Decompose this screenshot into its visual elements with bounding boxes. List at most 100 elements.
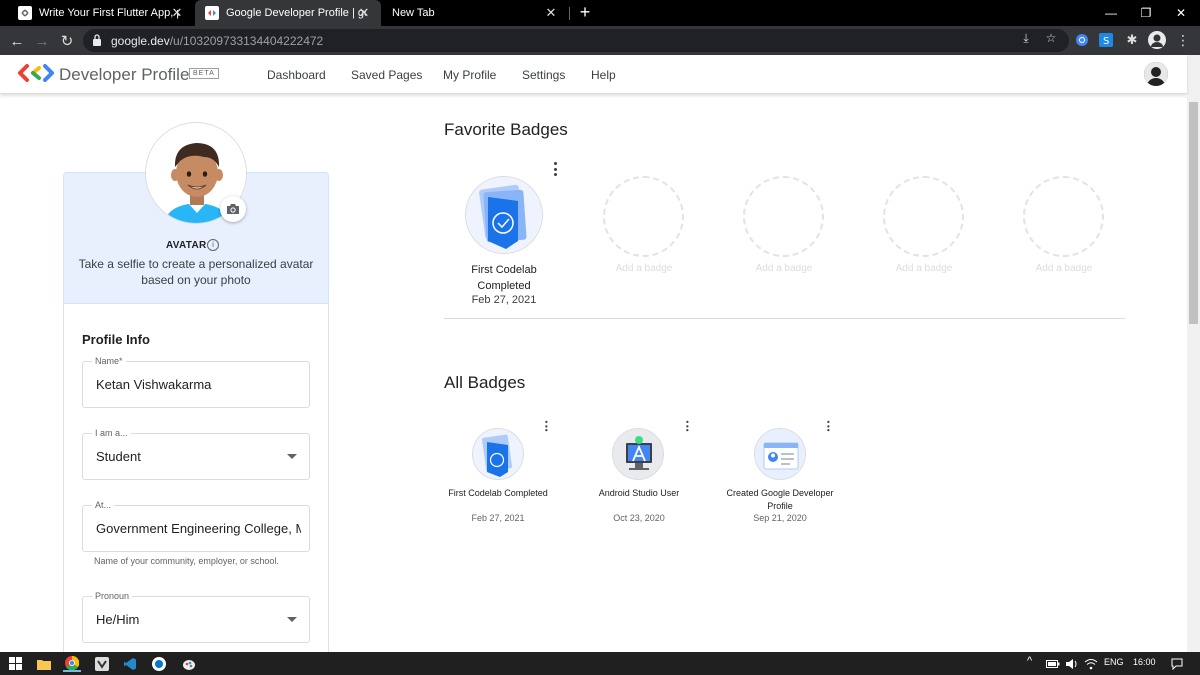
favorite-badge-date: Feb 27, 2021 (471, 294, 537, 306)
badge-name: Created Google Developer Profile (726, 488, 834, 511)
avatar-label: AVATAR (166, 240, 207, 251)
url-text: google.dev/u/103209733134404222472 (111, 34, 323, 48)
browser-tab-new-tab[interactable]: New Tab ✕ (382, 0, 568, 26)
badge-date: Feb 27, 2021 (471, 513, 525, 523)
beta-badge: BETA (189, 68, 219, 79)
nav-help[interactable]: Help (591, 68, 616, 82)
add-badge-label[interactable]: Add a badge (729, 263, 839, 274)
empty-badge-slot[interactable] (883, 176, 964, 257)
url-host: google.dev (111, 34, 170, 48)
add-badge-label[interactable]: Add a badge (1009, 263, 1119, 274)
more-vert-icon[interactable] (685, 420, 690, 432)
more-vert-icon[interactable] (552, 162, 558, 176)
volume-icon[interactable] (1063, 655, 1081, 672)
forward-arrow-icon[interactable]: → (31, 30, 53, 52)
battery-icon[interactable] (1044, 655, 1062, 672)
wifi-icon[interactable] (1082, 655, 1100, 672)
dropdown-arrow-icon[interactable] (287, 617, 297, 622)
browser-tab-strip: Write Your First Flutter App, part ✕ Goo… (0, 0, 1200, 26)
pronoun-select-value[interactable]: He/Him (96, 612, 301, 627)
developer-profile-badge-icon[interactable] (754, 428, 806, 480)
dropdown-arrow-icon[interactable] (287, 454, 297, 459)
first-codelab-badge-icon[interactable] (465, 176, 543, 254)
chrome-taskbar-icon[interactable] (63, 655, 81, 672)
windows-taskbar: ^ ENG 16:00 (0, 652, 1200, 675)
clock[interactable]: 16:00 (1133, 657, 1156, 667)
add-badge-label[interactable]: Add a badge (869, 263, 979, 274)
favorite-badges-heading: Favorite Badges (444, 120, 568, 139)
svg-text:S: S (1103, 36, 1109, 47)
bookmark-star-icon[interactable]: ☆ (1043, 30, 1059, 46)
language-indicator[interactable]: ENG (1104, 657, 1124, 667)
empty-badge-slot[interactable] (1023, 176, 1104, 257)
more-vert-icon[interactable]: ⋮ (1174, 31, 1192, 49)
app-taskbar-icon[interactable] (93, 655, 111, 672)
nav-saved-pages[interactable]: Saved Pages (351, 68, 422, 82)
camera-icon[interactable] (220, 196, 246, 222)
occupation-select-value[interactable]: Student (96, 449, 301, 464)
install-app-icon[interactable]: ⤓ (1018, 30, 1034, 46)
close-icon[interactable]: ✕ (544, 6, 558, 20)
google-developers-logo-icon[interactable] (18, 64, 54, 82)
extensions-puzzle-icon[interactable]: ✱ (1123, 31, 1141, 49)
chevron-up-icon[interactable]: ^ (1027, 655, 1032, 667)
tab-title: New Tab (392, 7, 435, 19)
name-field[interactable]: Name* Ketan Vishwakarma (82, 356, 310, 408)
badge-name: First Codelab Completed (448, 488, 548, 498)
close-icon[interactable]: ✕ (170, 6, 184, 20)
user-avatar[interactable] (1144, 62, 1168, 86)
browser-tab-developer-profile[interactable]: Google Developer Profile | goog ✕ (195, 0, 381, 26)
avatar-description: Take a selfie to create a personalized a… (78, 257, 314, 287)
nav-settings[interactable]: Settings (522, 68, 565, 82)
brand-title[interactable]: Developer Profile (59, 65, 189, 85)
info-icon[interactable]: i (207, 239, 219, 251)
browser-tab-flutter[interactable]: Write Your First Flutter App, part ✕ (8, 0, 194, 26)
organization-helper-text: Name of your community, employer, or sch… (94, 556, 279, 566)
scrollbar-thumb[interactable] (1189, 102, 1198, 324)
pronoun-select[interactable]: Pronoun He/Him (82, 591, 310, 643)
lock-icon (93, 34, 101, 46)
occupation-select-label: I am a... (92, 428, 131, 438)
occupation-select[interactable]: I am a... Student (82, 428, 310, 480)
badge-date: Sep 21, 2020 (753, 513, 807, 523)
vscode-taskbar-icon[interactable] (121, 655, 139, 672)
more-vert-icon[interactable] (826, 420, 831, 432)
organization-field-value[interactable]: Government Engineering College, M (96, 521, 301, 536)
all-badges-heading: All Badges (444, 373, 526, 392)
app-taskbar-icon[interactable] (150, 655, 168, 672)
extension-s-icon[interactable]: S (1097, 31, 1115, 49)
tab-separator (569, 7, 570, 20)
android-studio-badge-icon[interactable] (612, 428, 664, 480)
extension-chrome-icon[interactable] (1073, 31, 1091, 49)
name-field-value[interactable]: Ketan Vishwakarma (96, 377, 301, 392)
reload-icon[interactable]: ↻ (56, 30, 78, 52)
windows-start-icon[interactable] (6, 655, 24, 672)
badge-date: Oct 23, 2020 (613, 513, 665, 523)
empty-badge-slot[interactable] (603, 176, 684, 257)
close-window-icon[interactable]: ✕ (1162, 0, 1200, 26)
url-path: /u/103209733134404222472 (169, 34, 324, 48)
file-explorer-icon[interactable] (35, 655, 53, 672)
section-divider (444, 318, 1125, 319)
nav-dashboard[interactable]: Dashboard (267, 68, 326, 82)
add-badge-label[interactable]: Add a badge (589, 263, 699, 274)
name-field-label: Name* (92, 356, 126, 366)
empty-badge-slot[interactable] (743, 176, 824, 257)
profile-avatar-icon[interactable] (1148, 31, 1166, 49)
back-arrow-icon[interactable]: ← (6, 30, 28, 52)
tab-title: Google Developer Profile | goog (226, 7, 366, 19)
close-icon[interactable]: ✕ (357, 6, 371, 20)
tab-title: Write Your First Flutter App, part (39, 7, 179, 19)
notifications-icon[interactable] (1168, 655, 1186, 672)
organization-field[interactable]: At... Government Engineering College, M (82, 500, 310, 552)
restore-icon[interactable]: ❐ (1127, 0, 1165, 26)
new-tab-plus-icon[interactable]: + (576, 3, 594, 22)
more-vert-icon[interactable] (544, 420, 549, 432)
address-bar[interactable]: google.dev/u/103209733134404222472 (83, 29, 1069, 52)
nav-my-profile[interactable]: My Profile (443, 68, 496, 82)
paint-taskbar-icon[interactable] (180, 655, 198, 672)
first-codelab-badge-icon[interactable] (472, 428, 524, 480)
pronoun-select-label: Pronoun (92, 591, 133, 601)
minimize-icon[interactable]: — (1092, 0, 1130, 26)
developer-favicon-icon (205, 6, 219, 20)
